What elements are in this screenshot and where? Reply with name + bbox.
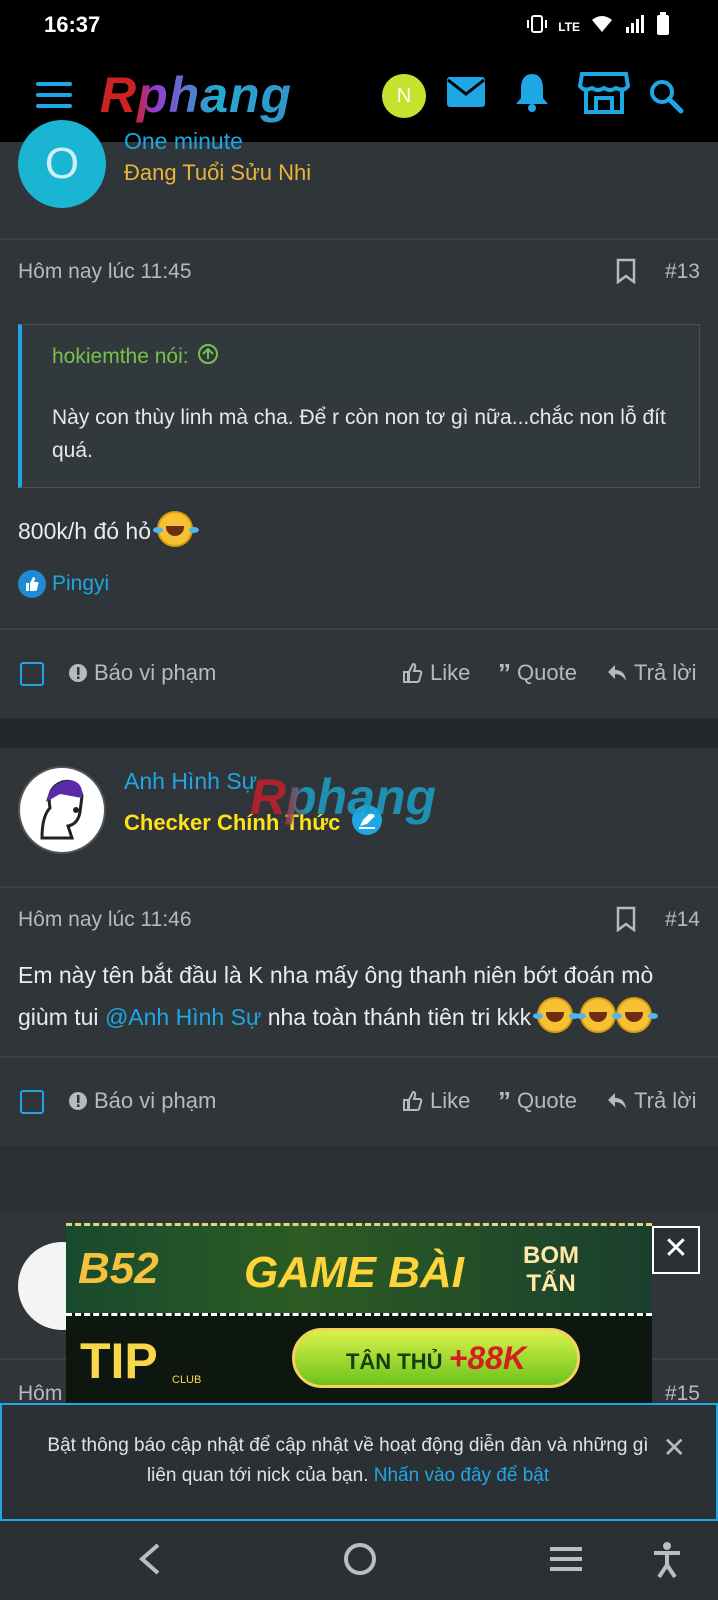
laughing-emoji-icon	[575, 997, 616, 1033]
accessibility-icon[interactable]	[652, 1541, 682, 1584]
author-name[interactable]: One minute	[124, 128, 243, 155]
post-date[interactable]: Hôm nay lúc 11:46	[18, 908, 192, 932]
watermark-logo: Rphang	[250, 769, 437, 825]
post-date[interactable]: Hôm nay lúc 11:45	[18, 260, 192, 284]
like-button[interactable]: Like	[402, 1088, 470, 1114]
report-button[interactable]: Báo vi phạm	[68, 660, 216, 686]
store-icon[interactable]	[577, 70, 631, 121]
reply-label[interactable]: Trả lời	[634, 1088, 697, 1114]
ad-banner[interactable]: B52 GAME BÀI BOM TẤN TIP CLUB TÂN THỦ +8…	[66, 1223, 652, 1403]
bell-icon[interactable]	[514, 72, 550, 117]
ad-bottom-banner[interactable]: TIP CLUB TÂN THỦ +88K	[66, 1313, 652, 1403]
quote-author[interactable]: hokiemthe nói:	[52, 343, 669, 371]
recents-icon[interactable]	[548, 1541, 584, 1582]
home-icon[interactable]	[342, 1541, 378, 1582]
wifi-icon	[590, 14, 614, 39]
quote-marks-icon[interactable]: ”	[498, 1088, 511, 1114]
status-time: 16:37	[44, 12, 101, 37]
post-body-text: 800k/h đó hỏ	[18, 518, 152, 544]
author-title: Đang Tuổi Sửu Nhi	[124, 160, 312, 185]
ad-headline: GAME BÀI	[244, 1248, 464, 1297]
status-bar: 16:37 LTE	[0, 0, 718, 52]
search-icon[interactable]	[648, 78, 684, 119]
report-label[interactable]: Báo vi phạm	[94, 660, 216, 686]
quote-button[interactable]: ” Quote	[498, 660, 577, 686]
post-meta: Hôm nay lúc 11:45 #13	[0, 240, 718, 306]
lte-icon: LTE	[558, 19, 580, 34]
menu-icon[interactable]	[36, 82, 72, 110]
thread-content: O One minute Đang Tuổi Sửu Nhi Hôm nay l…	[0, 120, 718, 1146]
reaction-user[interactable]: Pingyi	[52, 572, 109, 596]
laughing-emoji-icon	[153, 511, 194, 547]
back-icon[interactable]	[136, 1541, 162, 1582]
post-number[interactable]: #13	[665, 260, 700, 284]
battery-icon	[656, 12, 670, 41]
post-author: Anh Hình Sự Checker Chính Thức Rphang	[0, 766, 718, 886]
avatar[interactable]	[18, 766, 106, 854]
bookmark-icon[interactable]	[616, 906, 636, 937]
like-button[interactable]: Like	[402, 660, 470, 686]
ad-top-banner[interactable]: B52 GAME BÀI BOM TẤN	[66, 1223, 652, 1313]
notification-banner: Bật thông báo cập nhật để cập nhật về ho…	[0, 1403, 718, 1521]
quote-marks-icon[interactable]: ”	[498, 660, 511, 686]
post-actions: Báo vi phạm Like ” Quote Trả lời	[0, 1058, 718, 1146]
thumbs-up-icon	[18, 570, 46, 598]
user-avatar[interactable]: N	[382, 74, 426, 118]
author-name[interactable]: Anh Hình Sự	[124, 768, 257, 795]
notification-message: Bật thông báo cập nhật để cập nhật về ho…	[40, 1431, 656, 1491]
ad-brand-2: TIP	[80, 1333, 158, 1389]
ad-cta-label[interactable]: TÂN THỦ	[346, 1349, 443, 1374]
ad-cta-button[interactable]: TÂN THỦ +88K	[292, 1328, 580, 1388]
laughing-emoji-icon	[611, 997, 652, 1033]
post-body-text-end: nha toàn thánh tiên tri kkk	[261, 1004, 532, 1030]
bookmark-icon[interactable]	[616, 258, 636, 289]
site-logo[interactable]: Rphang	[100, 66, 292, 124]
top-navbar: Rphang N	[0, 52, 718, 142]
post-body: Em này tên bắt đầu là K nha mấy ông than…	[0, 954, 718, 1056]
reply-button[interactable]: Trả lời	[606, 1088, 697, 1114]
arrow-up-circle-icon[interactable]	[197, 343, 219, 371]
user-mention-link[interactable]: @Anh Hình Sự	[105, 1004, 261, 1030]
avatar[interactable]: O	[18, 120, 106, 208]
reply-label[interactable]: Trả lời	[634, 660, 697, 686]
post-13: O One minute Đang Tuổi Sửu Nhi Hôm nay l…	[0, 120, 718, 718]
post-number[interactable]: #14	[665, 908, 700, 932]
reply-button[interactable]: Trả lời	[606, 660, 697, 686]
post-meta: Hôm nay lúc 11:46 #14	[0, 888, 718, 954]
reaction-bar: Pingyi	[0, 562, 718, 614]
signal-icon	[624, 14, 646, 39]
laughing-emoji-icon	[533, 997, 574, 1033]
post-actions: Báo vi phạm Like ” Quote Trả lời	[0, 630, 718, 718]
vibrate-icon	[526, 14, 548, 39]
post-body: 800k/h đó hỏ	[0, 510, 718, 552]
report-button[interactable]: Báo vi phạm	[68, 1088, 216, 1114]
ad-close-button[interactable]: ✕	[652, 1226, 700, 1274]
report-label[interactable]: Báo vi phạm	[94, 1088, 216, 1114]
post-author: O One minute Đang Tuổi Sửu Nhi	[0, 120, 718, 238]
system-navbar	[0, 1521, 718, 1600]
select-checkbox[interactable]	[20, 662, 44, 686]
post-14: Anh Hình Sự Checker Chính Thức Rphang Hô…	[0, 748, 718, 1146]
notification-text: Bật thông báo cập nhật để cập nhật về ho…	[47, 1435, 649, 1486]
post-separator	[0, 718, 718, 748]
ad-brand: B52	[78, 1244, 159, 1293]
quote-label[interactable]: Quote	[517, 1088, 577, 1114]
ad-cta-bonus[interactable]: +88K	[449, 1340, 526, 1376]
quote-author-label[interactable]: hokiemthe nói:	[52, 345, 189, 369]
like-label[interactable]: Like	[430, 660, 470, 686]
like-label[interactable]: Like	[430, 1088, 470, 1114]
mail-icon[interactable]	[446, 76, 486, 113]
ad-brand-2-sub: CLUB	[172, 1374, 202, 1386]
select-checkbox[interactable]	[20, 1090, 44, 1114]
ad-tag: BOM TẤN	[523, 1242, 579, 1297]
close-icon[interactable]: ✕	[663, 1431, 686, 1464]
quote-label[interactable]: Quote	[517, 660, 577, 686]
quote-text: Này con thùy linh mà cha. Để r còn non t…	[52, 406, 666, 462]
quote-block: hokiemthe nói: Này con thùy linh mà cha.…	[18, 324, 700, 488]
quote-button[interactable]: ” Quote	[498, 1088, 577, 1114]
status-icons: LTE	[526, 12, 670, 41]
enable-notifications-link[interactable]: Nhấn vào đây để bật	[374, 1465, 549, 1486]
